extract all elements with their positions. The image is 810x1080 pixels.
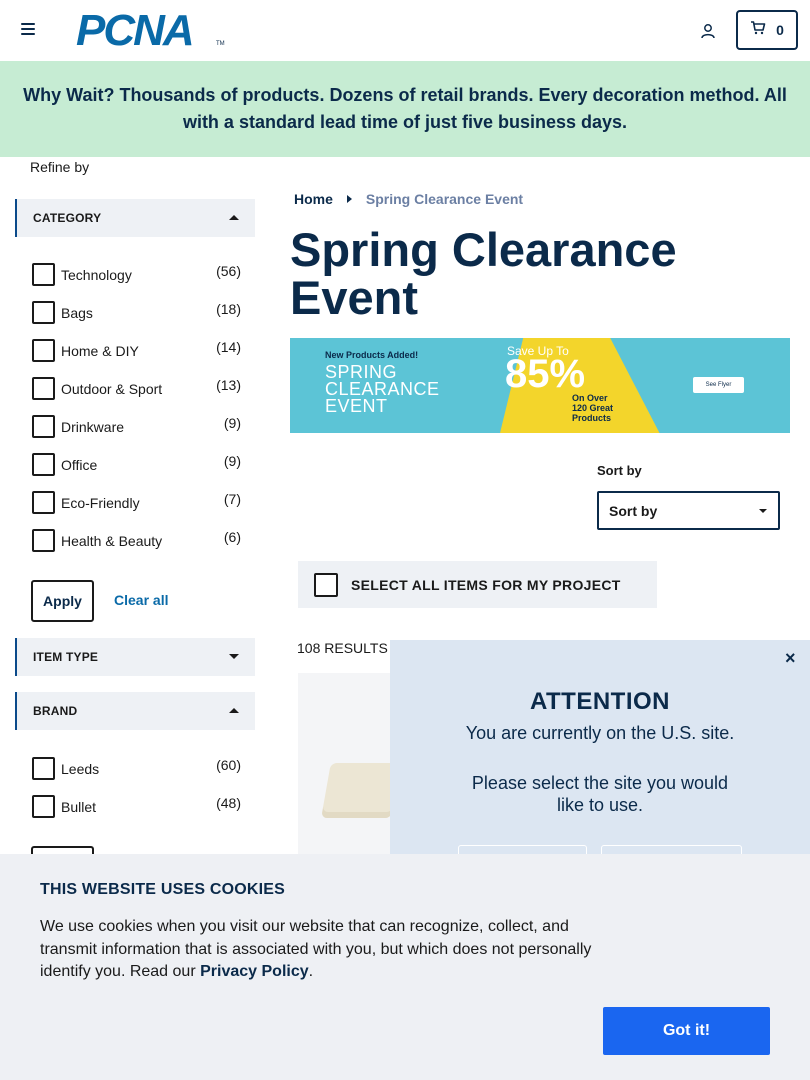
sort-select-value: Sort by: [609, 502, 658, 519]
menu-icon[interactable]: [21, 23, 35, 37]
facet-option-label: Eco-Friendly: [61, 495, 140, 511]
facet-option-count: (9): [223, 453, 241, 469]
modal-title: ATTENTION: [529, 688, 671, 715]
facet-option-label: Bullet: [61, 799, 97, 815]
modal-message-1: You are currently on the U.S. site.: [465, 723, 735, 743]
checkbox[interactable]: [32, 453, 55, 476]
facet-option-count: (7): [223, 491, 241, 507]
got-it-button[interactable]: Got it!: [603, 1007, 770, 1055]
page-title: Spring Clearance Event: [290, 223, 677, 324]
checkbox[interactable]: [32, 757, 55, 780]
facet-option-count: (14): [216, 339, 241, 355]
hero-headline: SPRING CLEARANCE EVENT: [325, 363, 440, 416]
hero-banner[interactable]: New Products Added! SPRING CLEARANCE EVE…: [290, 338, 790, 433]
hero-percent: 85%: [505, 352, 586, 396]
site-select-modal: × ATTENTION You are currently on the U.S…: [390, 640, 810, 880]
product-image: [321, 763, 401, 818]
facet-category-header[interactable]: CATEGORY: [15, 199, 255, 237]
cookie-title: THIS WEBSITE USES COOKIES: [40, 881, 286, 898]
facet-option-count: (6): [223, 529, 241, 545]
facet-option-bags[interactable]: Bags (18): [32, 301, 242, 327]
results-count: 108 RESULTS: [297, 640, 388, 656]
hero-sub2: 120 Great: [572, 403, 614, 413]
facet-item-type-header[interactable]: ITEM TYPE: [15, 638, 255, 676]
chevron-down-icon: [759, 509, 767, 513]
checkbox[interactable]: [32, 339, 55, 362]
facet-option-drinkware[interactable]: Drinkware (9): [32, 415, 242, 441]
hero-sub: On Over 120 Great Products: [572, 393, 613, 423]
facet-option-label: Office: [61, 457, 98, 473]
cookie-body: We use cookies when you visit our websit…: [40, 916, 610, 984]
cookie-period: .: [308, 963, 314, 980]
refine-label: Refine by: [30, 159, 90, 175]
hero-sub3: Products: [572, 413, 612, 423]
facet-option-label: Home & DIY: [61, 343, 139, 359]
caret-down-icon: [229, 654, 239, 659]
hero-tag: New Products Added!: [325, 350, 419, 360]
checkbox[interactable]: [32, 491, 55, 514]
caret-up-icon: [229, 708, 239, 713]
modal-message-2: Please select the site you would like to…: [471, 773, 729, 815]
select-all-label: SELECT ALL ITEMS FOR MY PROJECT: [351, 577, 621, 593]
facet-option-health-beauty[interactable]: Health & Beauty (6): [32, 529, 242, 555]
see-flyer-button[interactable]: See Flyer: [693, 377, 744, 393]
breadcrumb: Home Spring Clearance Event: [294, 191, 523, 207]
facet-option-bullet[interactable]: Bullet (48): [32, 795, 242, 821]
facet-option-leeds[interactable]: Leeds (60): [32, 757, 242, 783]
cart-icon: [750, 20, 766, 40]
facet-option-eco-friendly[interactable]: Eco-Friendly (7): [32, 491, 242, 517]
sort-label: Sort by: [597, 463, 642, 478]
promo-text: Why Wait? Thousands of products. Dozens …: [23, 85, 787, 132]
hero-line3: EVENT: [325, 396, 388, 416]
breadcrumb-home[interactable]: Home: [294, 191, 333, 207]
checkbox[interactable]: [32, 529, 55, 552]
promo-banner: Why Wait? Thousands of products. Dozens …: [0, 61, 810, 157]
site-header: PCNA TM 0: [0, 0, 810, 61]
facet-option-count: (48): [216, 795, 241, 811]
checkbox[interactable]: [32, 301, 55, 324]
sort-select[interactable]: Sort by: [597, 491, 780, 530]
facet-brand-header[interactable]: BRAND: [15, 692, 255, 730]
facet-option-count: (56): [216, 263, 241, 279]
select-all-checkbox[interactable]: [314, 573, 338, 597]
breadcrumb-current: Spring Clearance Event: [365, 191, 524, 207]
facet-option-label: Drinkware: [61, 419, 125, 435]
facet-category-title: CATEGORY: [33, 211, 102, 225]
facet-option-outdoor-sport[interactable]: Outdoor & Sport (13): [32, 377, 242, 403]
pcna-logo[interactable]: PCNA TM: [76, 6, 225, 55]
facet-option-label: Leeds: [61, 761, 100, 777]
checkbox[interactable]: [32, 377, 55, 400]
close-icon[interactable]: ×: [785, 648, 796, 669]
facet-option-label: Health & Beauty: [61, 533, 163, 549]
cookie-banner: THIS WEBSITE USES COOKIES We use cookies…: [0, 854, 810, 1080]
account-icon[interactable]: [700, 23, 716, 39]
apply-button[interactable]: Apply: [31, 580, 94, 622]
hero-sub1: On Over: [572, 393, 608, 403]
facet-brand-title: BRAND: [33, 704, 78, 718]
checkbox[interactable]: [32, 263, 55, 286]
cookie-text: We use cookies when you visit our websit…: [40, 918, 592, 980]
facet-option-count: (18): [216, 301, 241, 317]
logo-tm: TM: [216, 41, 225, 47]
logo-text: PCNA: [76, 6, 195, 55]
facet-option-label: Bags: [61, 305, 93, 321]
privacy-policy-link[interactable]: Privacy Policy: [200, 963, 309, 980]
facet-item-type-title: ITEM TYPE: [33, 650, 99, 664]
clear-all-link[interactable]: Clear all: [114, 592, 168, 608]
facet-option-count: (13): [216, 377, 241, 393]
facet-option-technology[interactable]: Technology (56): [32, 263, 242, 289]
select-all-bar[interactable]: SELECT ALL ITEMS FOR MY PROJECT: [298, 561, 657, 608]
facet-option-label: Outdoor & Sport: [61, 381, 163, 397]
checkbox[interactable]: [32, 415, 55, 438]
checkbox[interactable]: [32, 795, 55, 818]
facet-option-count: (60): [216, 757, 241, 773]
facet-option-label: Technology: [61, 267, 132, 283]
facet-option-office[interactable]: Office (9): [32, 453, 242, 479]
breadcrumb-arrow-icon: [346, 195, 352, 203]
facet-option-count: (9): [223, 415, 241, 431]
cart-count: 0: [776, 22, 784, 38]
facet-option-home-diy[interactable]: Home & DIY (14): [32, 339, 242, 365]
cart-button[interactable]: 0: [736, 10, 798, 50]
caret-up-icon: [229, 215, 239, 220]
